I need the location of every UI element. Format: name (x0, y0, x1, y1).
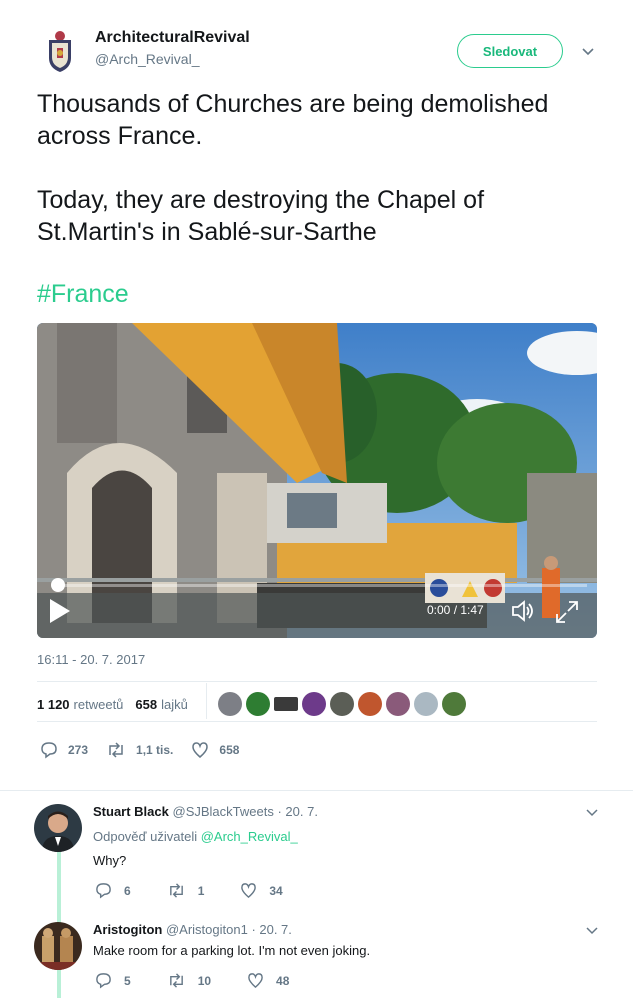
reply-mention-link[interactable]: @Arch_Revival_ (201, 829, 298, 844)
reply-author[interactable]: Aristogiton @Aristogiton1 · 20. 7. (93, 922, 292, 937)
divider (37, 721, 597, 722)
like-button[interactable]: 658 (191, 741, 239, 759)
tweet-stats: 1 120 retweetů 658 lajků (37, 697, 200, 712)
author-handle[interactable]: @Arch_Revival_ (95, 51, 199, 67)
chevron-down-icon[interactable] (580, 43, 596, 59)
reply-author[interactable]: Stuart Black @SJBlackTweets · 20. 7. (93, 804, 318, 819)
reply-text: Why? (93, 853, 127, 868)
reply-context: Odpověď uživateli @Arch_Revival_ (93, 829, 298, 844)
author-name[interactable]: ArchitecturalRevival (95, 29, 250, 47)
retweet-icon (109, 742, 123, 758)
retweet-button[interactable]: 1,1 tis. (106, 741, 173, 759)
retweet-count: 1 (197, 883, 205, 898)
like-button[interactable]: 34 (240, 882, 283, 899)
tweet-timestamp[interactable]: 16:11 - 20. 7. 2017 (37, 652, 145, 667)
reply-text: Make room for a parking lot. I'm not eve… (93, 943, 371, 958)
tweet-text: Thousands of Churches are being demolish… (37, 88, 597, 248)
stats-separator (206, 683, 207, 719)
follow-button[interactable]: Sledovat (457, 34, 563, 68)
reply-icon (96, 883, 111, 899)
volume-icon[interactable] (511, 600, 535, 622)
reply-author-handle: @Aristogiton1 (165, 922, 248, 937)
reply-author-name: Aristogiton (93, 922, 163, 937)
like-count: 34 (269, 883, 283, 898)
reply-count: 5 (124, 973, 131, 988)
retweets-stat[interactable]: 1 120 retweetů (37, 697, 123, 712)
reply-actions: 6 1 34 (95, 882, 319, 899)
reply-avatar[interactable] (34, 804, 82, 852)
reply-context-prefix: Odpověď uživateli (93, 829, 198, 844)
likes-label: lajků (161, 697, 188, 712)
play-icon[interactable] (48, 598, 72, 624)
reply-actions: 5 10 48 (95, 972, 325, 989)
like-count: 48 (276, 973, 290, 988)
reply-button[interactable]: 6 (95, 882, 131, 899)
reply-date: · 20. 7. (251, 922, 292, 937)
liker-avatar[interactable] (414, 692, 438, 716)
chevron-down-icon[interactable] (585, 805, 599, 819)
heart-icon (192, 742, 209, 758)
liker-avatar[interactable] (274, 697, 298, 711)
reply-avatar[interactable] (34, 922, 82, 970)
hashtag-link[interactable]: #France (37, 280, 129, 309)
heart-icon (248, 973, 263, 989)
reply-date: · 20. 7. (277, 804, 318, 819)
reply-button[interactable]: 273 (40, 741, 88, 759)
retweet-button[interactable]: 1 (167, 882, 205, 899)
divider (37, 681, 597, 682)
like-count: 658 (219, 743, 240, 757)
replies-divider (0, 790, 633, 791)
reply-button[interactable]: 5 (95, 972, 131, 989)
liker-avatar[interactable] (246, 692, 270, 716)
retweet-icon (169, 973, 183, 988)
liker-avatar[interactable] (442, 692, 466, 716)
liker-avatar[interactable] (330, 692, 354, 716)
video-frame (37, 323, 597, 638)
retweet-count: 10 (197, 973, 212, 988)
video-progress-handle[interactable] (51, 578, 65, 592)
reply-author-name: Stuart Black (93, 804, 169, 819)
tweet-text-paragraph-2: Today, they are destroying the Chapel of… (37, 186, 485, 246)
reply-author-handle: @SJBlackTweets (172, 804, 274, 819)
liker-avatar[interactable] (302, 692, 326, 716)
tweet-actions: 273 1,1 tis. 658 (40, 741, 257, 759)
liker-avatars (218, 692, 470, 716)
retweets-count: 1 120 (37, 697, 70, 712)
video-progress-track[interactable] (57, 584, 587, 587)
reply-count: 273 (68, 743, 89, 757)
likes-stat[interactable]: 658 lajků (135, 697, 187, 712)
likes-count: 658 (135, 697, 158, 712)
retweets-label: retweetů (73, 697, 124, 712)
retweet-count: 1,1 tis. (136, 743, 174, 757)
tweet-header: ArchitecturalRevival @Arch_Revival_ Sled… (0, 0, 633, 82)
liker-avatar[interactable] (358, 692, 382, 716)
liker-avatar[interactable] (218, 692, 242, 716)
author-avatar[interactable] (40, 26, 80, 74)
retweet-button[interactable]: 10 (167, 972, 211, 989)
heart-icon (241, 883, 257, 899)
reply-icon (96, 973, 111, 989)
like-button[interactable]: 48 (247, 972, 289, 989)
reply-icon (41, 742, 57, 759)
video-player[interactable]: 0:00 / 1:47 (37, 323, 597, 638)
retweet-icon (169, 883, 183, 898)
tweet-text-paragraph-1: Thousands of Churches are being demolish… (37, 90, 549, 150)
liker-avatar[interactable] (386, 692, 410, 716)
video-time: 0:00 / 1:47 (427, 603, 484, 617)
chevron-down-icon[interactable] (585, 923, 599, 937)
reply-count: 6 (124, 883, 131, 898)
fullscreen-icon[interactable] (555, 600, 579, 624)
